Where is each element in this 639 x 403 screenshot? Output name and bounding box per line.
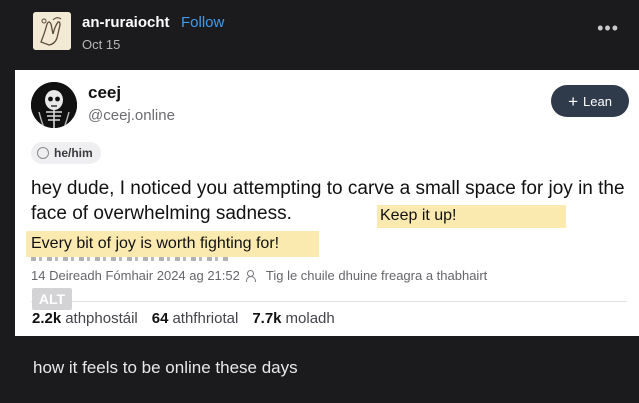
skeleton-icon [31,82,77,128]
highlight-text-2: Every bit of joy is worth fighting for! [31,235,280,252]
embed-follow-label: Lean [583,93,612,109]
post-header: an-ruraiocht Follow Oct 15 ••• [0,0,639,68]
alt-badge[interactable]: ALT [32,288,72,310]
divider [31,301,627,302]
hand-illustration-icon [33,12,71,50]
embed-follow-button[interactable]: + Lean [551,85,629,117]
post-meta: 14 Deireadh Fómhair 2024 ag 21:52 Tig le… [31,268,487,283]
pronoun-label: he/him [54,146,93,160]
stat-quotes[interactable]: 64 athfhriotal [152,310,239,327]
poster-username[interactable]: an-ruraiocht [82,14,170,31]
embedded-post: ceej @ceej.online + Lean he/him hey dude… [15,70,639,336]
embed-handle[interactable]: @ceej.online [88,107,175,124]
post-caption: how it feels to be online these days [0,340,639,403]
clipped-text-line [31,257,231,261]
plus-icon: + [568,91,578,111]
highlight-sticker-2: Every bit of joy is worth fighting for! [26,231,319,257]
more-options-icon[interactable]: ••• [597,19,619,37]
embed-avatar[interactable] [31,82,77,128]
stat-reposts[interactable]: 2.2k athphostáil [32,310,138,327]
post-date: Oct 15 [82,37,121,52]
pronoun-badge: he/him [31,142,101,164]
embed-timestamp[interactable]: 14 Deireadh Fómhair 2024 ag 21:52 [31,268,240,283]
people-icon [245,269,260,282]
caption-text: how it feels to be online these days [33,358,298,377]
engagement-stats: 2.2k athphostáil 64 athfhriotal 7.7k moladh [32,310,335,327]
reply-setting: Tig le chuile dhuine freagra a thabhairt [265,268,488,283]
highlight-text-1: Keep it up! [380,207,457,224]
pronoun-icon [37,147,49,159]
stat-likes[interactable]: 7.7k moladh [252,310,334,327]
embed-display-name[interactable]: ceej [88,83,121,103]
follow-link[interactable]: Follow [181,14,224,31]
poster-avatar[interactable] [33,12,71,50]
highlight-sticker-1: Keep it up! [377,205,566,228]
